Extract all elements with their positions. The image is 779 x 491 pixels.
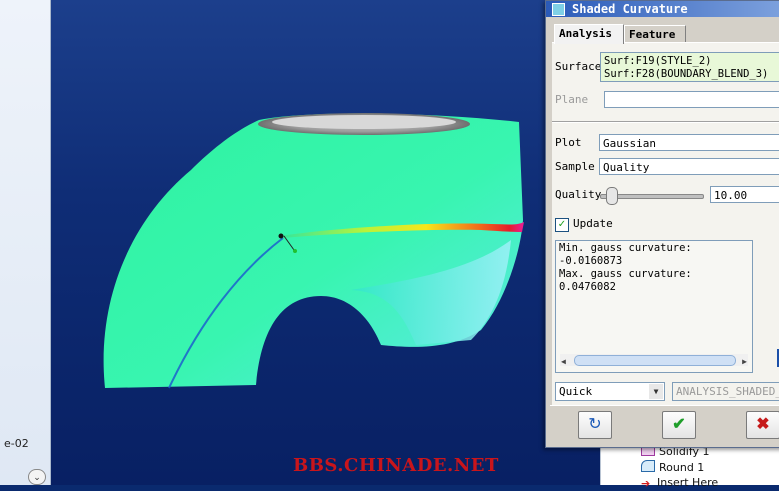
close-icon: ✖ xyxy=(756,416,770,433)
chevron-down-icon[interactable]: ⌄ xyxy=(28,469,46,485)
results-scrollbar[interactable]: ◀ ▶ xyxy=(560,354,748,366)
min-curvature-text: Min. gauss curvature: -0.0160873 xyxy=(559,242,692,267)
mode-select[interactable]: Quick ▼ xyxy=(555,382,665,401)
insert-arrow-icon: ➔ xyxy=(641,477,651,490)
surface-item[interactable]: Surf:F28(BOUNDARY_BLEND_3) xyxy=(604,68,779,81)
divider xyxy=(552,121,779,123)
chevron-down-icon[interactable]: ▼ xyxy=(649,384,663,399)
sample-select[interactable]: Quality xyxy=(599,158,779,175)
sample-label: Sample xyxy=(555,160,595,173)
plot-label: Plot xyxy=(555,136,582,149)
repeat-button[interactable]: ↻ xyxy=(578,411,612,439)
plot-select[interactable]: Gaussian xyxy=(599,134,779,151)
plane-field[interactable] xyxy=(604,91,779,108)
analysis-panel: Surface Surf:F19(STYLE_2) Surf:F28(BOUND… xyxy=(552,42,779,413)
results-area: Min. gauss curvature: -0.0160873 Max. ga… xyxy=(555,240,753,373)
analysis-name-field[interactable]: ANALYSIS_SHADED_1 xyxy=(672,382,779,401)
surface-item[interactable]: Surf:F19(STYLE_2) xyxy=(604,55,779,68)
refresh-icon: ↻ xyxy=(588,416,602,433)
update-label: Update xyxy=(573,217,613,230)
update-checkbox[interactable]: ✓ xyxy=(555,218,569,232)
surface-body xyxy=(103,113,523,389)
scale-label: e-02 xyxy=(4,437,29,450)
cancel-button[interactable]: ✖ xyxy=(746,411,779,439)
left-panel: e-02 ⌄ xyxy=(0,0,51,485)
scroll-right-icon[interactable]: ▶ xyxy=(742,355,747,368)
tree-item-round[interactable]: Round 1 xyxy=(641,460,704,475)
scrollbar-thumb[interactable] xyxy=(574,355,736,366)
round-icon xyxy=(641,460,655,472)
quality-slider-thumb[interactable] xyxy=(606,187,618,205)
quality-label: Quality xyxy=(555,188,602,201)
ok-button[interactable]: ✔ xyxy=(662,411,696,439)
tree-item-insert-here[interactable]: ➔ Insert Here xyxy=(641,476,718,491)
plane-label: Plane xyxy=(555,93,589,106)
dialog-title: Shaded Curvature xyxy=(572,2,688,16)
tab-analysis[interactable]: Analysis xyxy=(554,24,624,44)
dialog-app-icon xyxy=(552,3,565,16)
quality-input[interactable]: 10.00 xyxy=(710,186,779,203)
mode-value: Quick xyxy=(559,385,593,398)
dialog-footer: ↻ ✔ ✖ xyxy=(550,405,779,444)
surface-collector[interactable]: Surf:F19(STYLE_2) Surf:F28(BOUNDARY_BLEN… xyxy=(600,52,779,82)
shaded-curvature-dialog: Shaded Curvature Analysis Feature Surfac… xyxy=(545,0,779,448)
tab-feature[interactable]: Feature xyxy=(624,25,686,43)
max-curvature-text: Max. gauss curvature: 0.0476082 xyxy=(559,268,692,293)
dialog-titlebar[interactable]: Shaded Curvature xyxy=(546,1,779,17)
watermark: BBS.CHINADE.NET xyxy=(293,455,499,476)
checkmark-icon: ✔ xyxy=(672,416,686,433)
scroll-left-icon[interactable]: ◀ xyxy=(561,355,566,368)
model-tree: Solidify 1 Round 1 ➔ Insert Here xyxy=(600,443,779,489)
surface-label: Surface xyxy=(555,60,602,73)
